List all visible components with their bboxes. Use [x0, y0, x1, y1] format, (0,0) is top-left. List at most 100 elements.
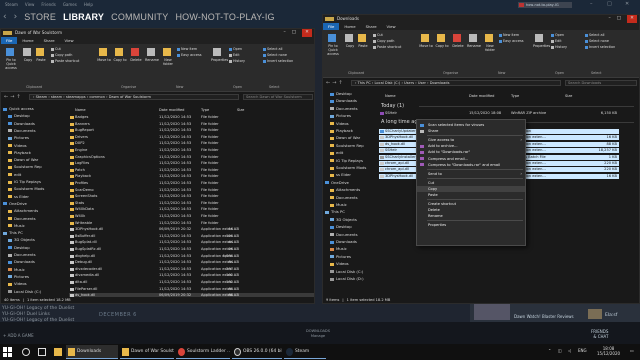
properties-button[interactable]: Properties — [211, 58, 228, 62]
steam-menu-item[interactable]: Friends — [41, 2, 55, 7]
copy-button[interactable]: Copy — [343, 44, 357, 48]
column-header-size[interactable]: Size — [565, 93, 572, 99]
file-row[interactable]: Badges 11/12/2020 14:53 File folder — [69, 115, 314, 120]
move-to-button[interactable]: Move to — [419, 44, 433, 48]
tab-home[interactable]: Home — [17, 37, 38, 44]
close-icon[interactable]: ✕ — [625, 1, 629, 7]
menu-item-rename[interactable]: Rename — [417, 213, 525, 219]
menu-item-cut[interactable]: Cut — [417, 180, 525, 186]
file-row[interactable]: divxmedia.dll 11/12/2020 14:53 Application… — [69, 273, 314, 278]
menu-item-add-to-downloads-rar[interactable]: Add to "Downloads.rar" — [417, 149, 525, 155]
add-game-button[interactable]: + ADD A GAME — [3, 333, 34, 338]
address-bar[interactable]: › This PC › Local Disk (C:) › Users › Us… — [351, 80, 561, 86]
file-row[interactable]: Drivers 11/12/2020 14:53 File folder — [69, 135, 314, 140]
rename-button[interactable]: Rename — [145, 58, 159, 62]
title-bar[interactable]: Downloads – □ ✕ — [323, 15, 639, 23]
select-all-button[interactable]: Select all — [263, 47, 283, 51]
tab-file[interactable]: File — [1, 37, 18, 44]
menu-item-send-to[interactable]: Send to › — [417, 171, 525, 177]
menu-item-add-to-archive[interactable]: Add to archive... — [417, 143, 525, 149]
copy-to-button[interactable]: Copy to — [435, 44, 449, 48]
nav-item[interactable]: Videos — [323, 121, 349, 126]
column-header-size[interactable]: Size — [237, 107, 244, 113]
nav-item[interactable]: Videos — [1, 143, 27, 148]
column-header-type[interactable]: Type — [201, 107, 209, 113]
nav-item[interactable]: Documents — [323, 232, 358, 237]
cut-button[interactable]: Cut — [373, 33, 383, 37]
file-row[interactable]: Profiles 11/12/2020 14:53 File folder — [69, 181, 314, 186]
taskbar-app-soulstorm-ladder[interactable]: Soulstorm Ladder ... — [176, 345, 230, 359]
file-row[interactable]: W40k 11/12/2020 14:53 File folder — [69, 214, 314, 219]
file-row[interactable]: LogFiles 11/12/2020 14:53 File folder — [69, 161, 314, 166]
file-row[interactable]: Writeable 11/12/2020 14:53 File folder — [69, 221, 314, 226]
nav-item[interactable]: Quick access — [1, 106, 34, 111]
file-row[interactable]: Playback 11/12/2020 14:53 File folder — [69, 174, 314, 179]
nav-item[interactable]: Downloads — [323, 239, 357, 244]
taskbar-app-steam[interactable]: Steam — [284, 345, 326, 359]
title-bar[interactable]: Dawn of War Soulstorm – □ ✕ — [1, 29, 314, 37]
file-row[interactable]: GraphicsOptions 11/12/2020 14:53 File fold… — [69, 155, 314, 160]
nav-item[interactable]: OneDrive — [323, 180, 349, 185]
nav-item[interactable]: Documents — [323, 195, 358, 200]
task-view-icon[interactable] — [38, 348, 46, 356]
tab-share[interactable]: Share — [39, 37, 60, 44]
menu-item-copy[interactable]: Copy — [417, 185, 525, 192]
steam-menu-item[interactable]: Steam — [5, 2, 18, 7]
edit-button[interactable]: Edit — [551, 39, 562, 43]
copy-path-button[interactable]: Copy path — [373, 39, 394, 43]
nav-item[interactable]: ss Elder — [1, 194, 29, 199]
nav-item[interactable]: This PC — [323, 209, 345, 214]
nav-item[interactable]: Desktop — [323, 91, 352, 96]
explorer-window-soulstorm[interactable]: Dawn of War Soulstorm – □ ✕ File Home Sh… — [0, 28, 315, 304]
new-folder-button[interactable]: New folder — [161, 58, 175, 66]
nav-item[interactable]: edit — [323, 150, 343, 155]
file-row[interactable]: BugSplatRc.dll 11/12/2020 14:53 Applicatio… — [69, 247, 314, 252]
column-header-name[interactable]: Name — [75, 107, 86, 113]
invert-selection-button[interactable]: Invert selection — [585, 45, 615, 49]
friends-chat-button[interactable]: FRIENDS & CHAT — [591, 329, 608, 339]
steam-user-chip[interactable]: how-not-to-play-IG — [518, 2, 572, 8]
search-input[interactable]: Search Downloads — [565, 80, 637, 86]
new-item-button[interactable]: New item — [177, 47, 197, 51]
tray-chevron-icon[interactable]: ⌃ — [548, 348, 551, 353]
nav-item[interactable]: Desktop — [323, 224, 352, 229]
minimize-icon[interactable]: – — [608, 15, 610, 23]
copy-to-button[interactable]: Copy to — [113, 58, 127, 62]
file-row[interactable]: FileParser.dll 11/12/2020 14:53 Applicatio… — [69, 287, 314, 292]
file-row[interactable]: Debug.dll 11/12/2020 14:53 Application ext… — [69, 260, 314, 265]
file-row[interactable]: divxdecoder.dll 11/12/2020 14:53 Applicati… — [69, 267, 314, 272]
nav-arrows-icon[interactable]: ←→↑ — [326, 80, 345, 86]
column-header-date-modified[interactable]: Date modified — [159, 107, 184, 113]
nav-item[interactable]: Pictures — [323, 254, 351, 259]
nav-item[interactable]: IG Tip Replays — [323, 158, 363, 163]
file-row[interactable]: 3DPhysHook.dll 06/09/2019 20:32 Applicatio… — [69, 227, 314, 232]
file-row[interactable]: Engine 11/12/2020 14:53 File folder — [69, 148, 314, 153]
steam-menu-item[interactable]: Games — [63, 2, 77, 7]
nav-item[interactable]: Desktop — [1, 113, 30, 118]
nav-item[interactable]: Dawn of War — [1, 157, 38, 162]
nav-item[interactable]: Music — [323, 246, 347, 251]
nav-item[interactable]: Music — [323, 202, 347, 207]
volume-icon[interactable]: ◁ — [568, 348, 571, 353]
file-row[interactable]: ScarDemo 11/12/2020 14:53 File folder — [69, 188, 314, 193]
nav-item[interactable]: Soulstorm Rep — [1, 164, 42, 169]
nav-item[interactable]: Attachments — [1, 208, 38, 213]
nav-item[interactable]: Documents — [323, 106, 358, 111]
new-folder-button[interactable]: New folder — [483, 44, 497, 52]
taskbar-app-downloads[interactable]: Downloads — [66, 345, 118, 359]
maximize-icon[interactable]: □ — [292, 29, 296, 37]
nav-item[interactable]: Playback — [323, 128, 353, 133]
nav-item[interactable]: Desktop — [1, 245, 30, 250]
nav-item[interactable]: Attachments — [323, 187, 360, 192]
menu-item-create-shortcut[interactable]: Create shortcut — [417, 201, 525, 207]
quick-access-toolbar[interactable] — [3, 31, 12, 35]
delete-button[interactable]: Delete — [451, 44, 465, 48]
menu-item-paste[interactable]: Paste — [417, 192, 525, 198]
forward-icon[interactable]: › — [14, 12, 18, 22]
open-button[interactable]: Open — [229, 47, 242, 51]
paste-button[interactable]: Paste — [356, 44, 370, 48]
maximize-icon[interactable]: □ — [607, 1, 612, 7]
maximize-icon[interactable]: □ — [617, 15, 621, 23]
tab-file[interactable]: File — [323, 23, 340, 30]
file-row[interactable]: Banners 11/12/2020 14:53 File folder — [69, 122, 314, 127]
